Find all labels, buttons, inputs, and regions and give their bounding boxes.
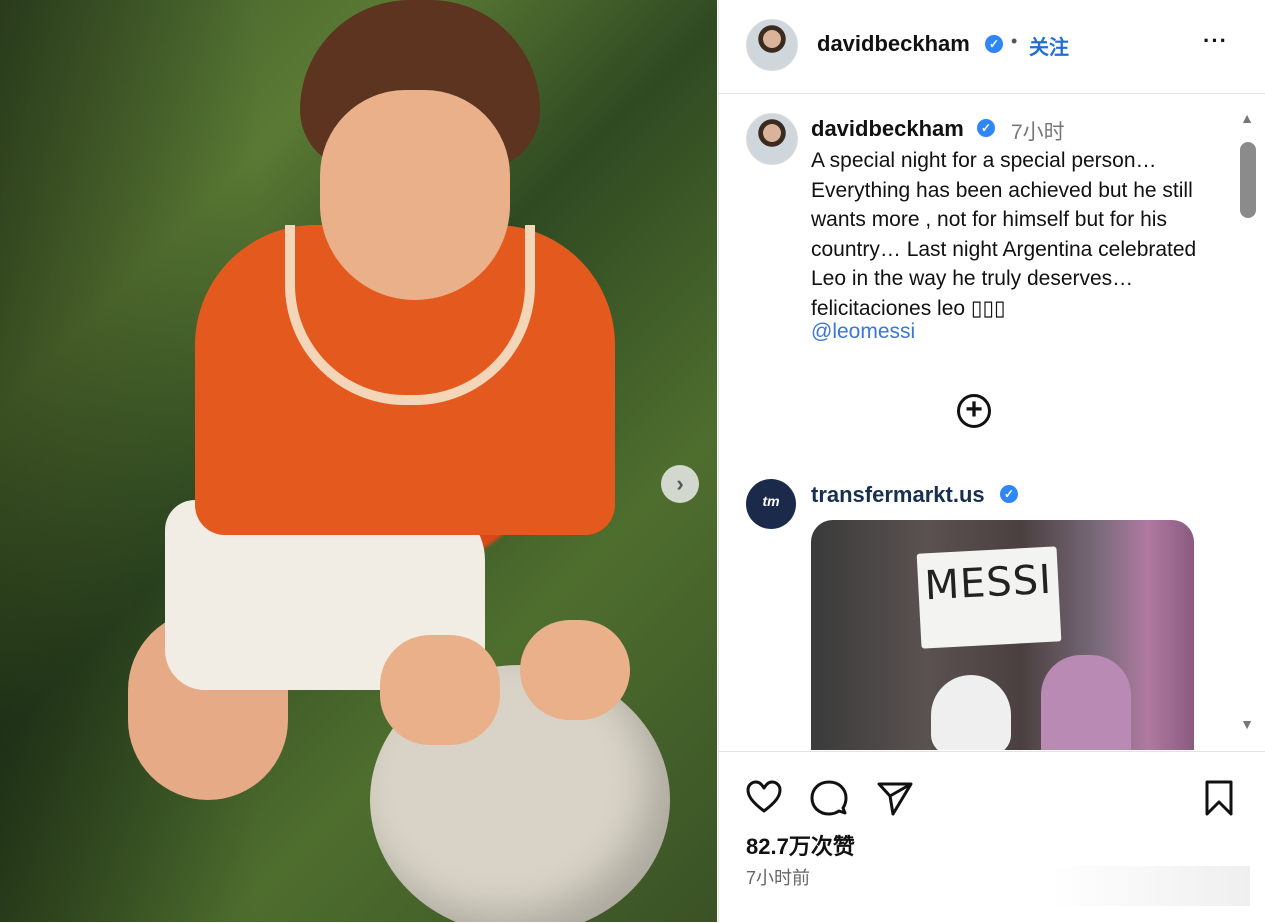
scrollbar-thumb[interactable] [1240,142,1256,218]
image-sign: MESSI [916,546,1062,649]
comment-icon[interactable] [809,778,849,818]
scroll-down-icon[interactable]: ▼ [1238,716,1256,734]
caption-avatar[interactable] [746,113,798,165]
verified-icon: ✓ [985,35,1003,53]
sign-text: MESSI [923,556,1054,610]
share-icon[interactable] [875,778,915,818]
bookmark-icon[interactable] [1199,778,1239,818]
image-goat [931,675,1011,750]
header-separator: • [1011,31,1018,51]
post-panel: davidbeckham ✓ • 关注 ··· davidbeckham ✓ 7… [718,0,1265,922]
heart-icon[interactable] [744,778,784,818]
like-count[interactable]: 82.7万次赞 [746,829,855,861]
caption-username[interactable]: davidbeckham [811,116,964,142]
verified-icon: ✓ [977,119,995,137]
caption-time: 7小时 [1011,121,1065,144]
chevron-right-icon: › [676,471,684,496]
comment-avatar[interactable]: tm [746,479,796,529]
add-circle-icon[interactable]: + [957,394,991,428]
verified-icon: ✓ [1000,485,1018,503]
post-photo [0,0,717,922]
comments-scroll-area[interactable]: davidbeckham ✓ 7小时 A special night for a… [719,94,1265,750]
mention-link[interactable]: @leomessi [811,320,915,344]
more-icon[interactable]: ··· [1203,28,1228,54]
image-pink-figure [1041,655,1131,750]
follow-button[interactable]: 关注 [1029,31,1069,60]
comment-username[interactable]: transfermarkt.us [811,482,985,508]
next-image-button[interactable]: › [661,465,699,503]
author-avatar[interactable] [746,19,798,71]
caption-text: A special night for a special person… Ev… [811,149,1197,320]
author-username[interactable]: davidbeckham [817,31,970,57]
posted-time: 7小时前 [746,868,811,888]
photo-hand-left [380,635,500,745]
scroll-up-icon[interactable]: ▲ [1238,110,1256,128]
watermark [1050,866,1250,906]
post-header: davidbeckham ✓ • 关注 ··· [719,0,1265,94]
photo-hand-right [520,620,630,720]
photo-face [320,90,510,300]
comment-image[interactable]: MESSI [811,520,1194,750]
